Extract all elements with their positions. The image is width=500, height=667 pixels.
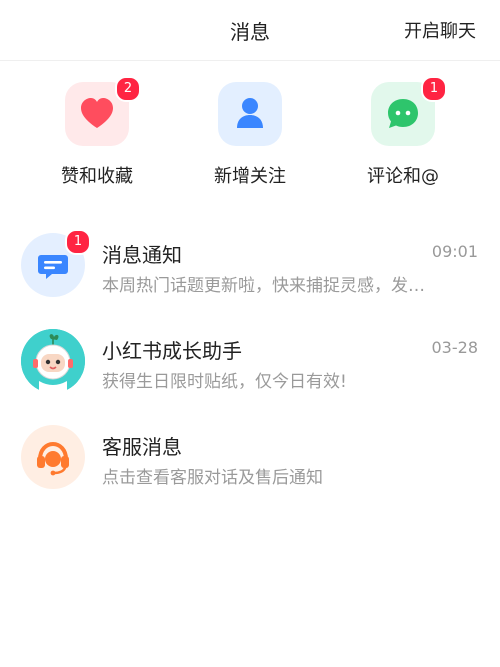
start-chat-button[interactable]: 开启聊天 — [404, 17, 476, 43]
list-item-growth-assistant[interactable]: 小红书成长助手 获得生日限时贴纸，仅今日有效! 03-28 — [0, 329, 500, 419]
headset-icon — [37, 441, 69, 476]
growth-assistant-title: 小红书成长助手 — [102, 339, 242, 363]
notification-badge: 1 — [65, 229, 91, 255]
comments-badge: 1 — [421, 76, 447, 102]
growth-assistant-preview: 获得生日限时贴纸，仅今日有效! — [102, 372, 347, 392]
notification-preview: 本周热门话题更新啦，快来捕捉灵感，发… — [102, 276, 425, 296]
list-item-notifications[interactable]: 1 消息通知 本周热门话题更新啦，快来捕捉灵感，发… 09:01 — [0, 229, 500, 323]
growth-assistant-time: 03-28 — [431, 338, 479, 357]
customer-service-avatar — [21, 425, 85, 489]
growth-assistant-avatar — [21, 329, 85, 393]
comments-and-mentions-entry[interactable]: 1 评论和@ — [343, 76, 463, 188]
astronaut-avatar-icon — [21, 329, 85, 393]
notification-title: 消息通知 — [102, 243, 182, 267]
notification-avatar: 1 — [21, 229, 91, 297]
likes-and-favorites-label: 赞和收藏 — [61, 166, 133, 187]
comments-and-mentions-label: 评论和@ — [367, 166, 439, 187]
likes-badge: 2 — [115, 76, 141, 102]
new-followers-entry[interactable]: 新增关注 — [190, 82, 310, 188]
person-icon — [237, 98, 263, 128]
comments-icon-tile: 1 — [371, 76, 447, 146]
list-item-customer-service[interactable]: 客服消息 点击查看客服对话及售后通知 — [0, 425, 500, 515]
likes-icon-tile: 2 — [65, 76, 141, 146]
header-bar: 消息 开启聊天 — [0, 0, 500, 61]
messages-screen: 消息 开启聊天 2 赞和收藏 新增关注 1 评论和@ 1 消息通知 本周热门话题… — [0, 0, 500, 667]
likes-and-favorites-entry[interactable]: 2 赞和收藏 — [37, 76, 157, 188]
followers-icon-tile — [218, 82, 282, 146]
customer-service-preview: 点击查看客服对话及售后通知 — [102, 468, 323, 488]
new-followers-label: 新增关注 — [214, 166, 286, 187]
customer-service-title: 客服消息 — [102, 435, 182, 459]
notification-time: 09:01 — [431, 242, 478, 261]
